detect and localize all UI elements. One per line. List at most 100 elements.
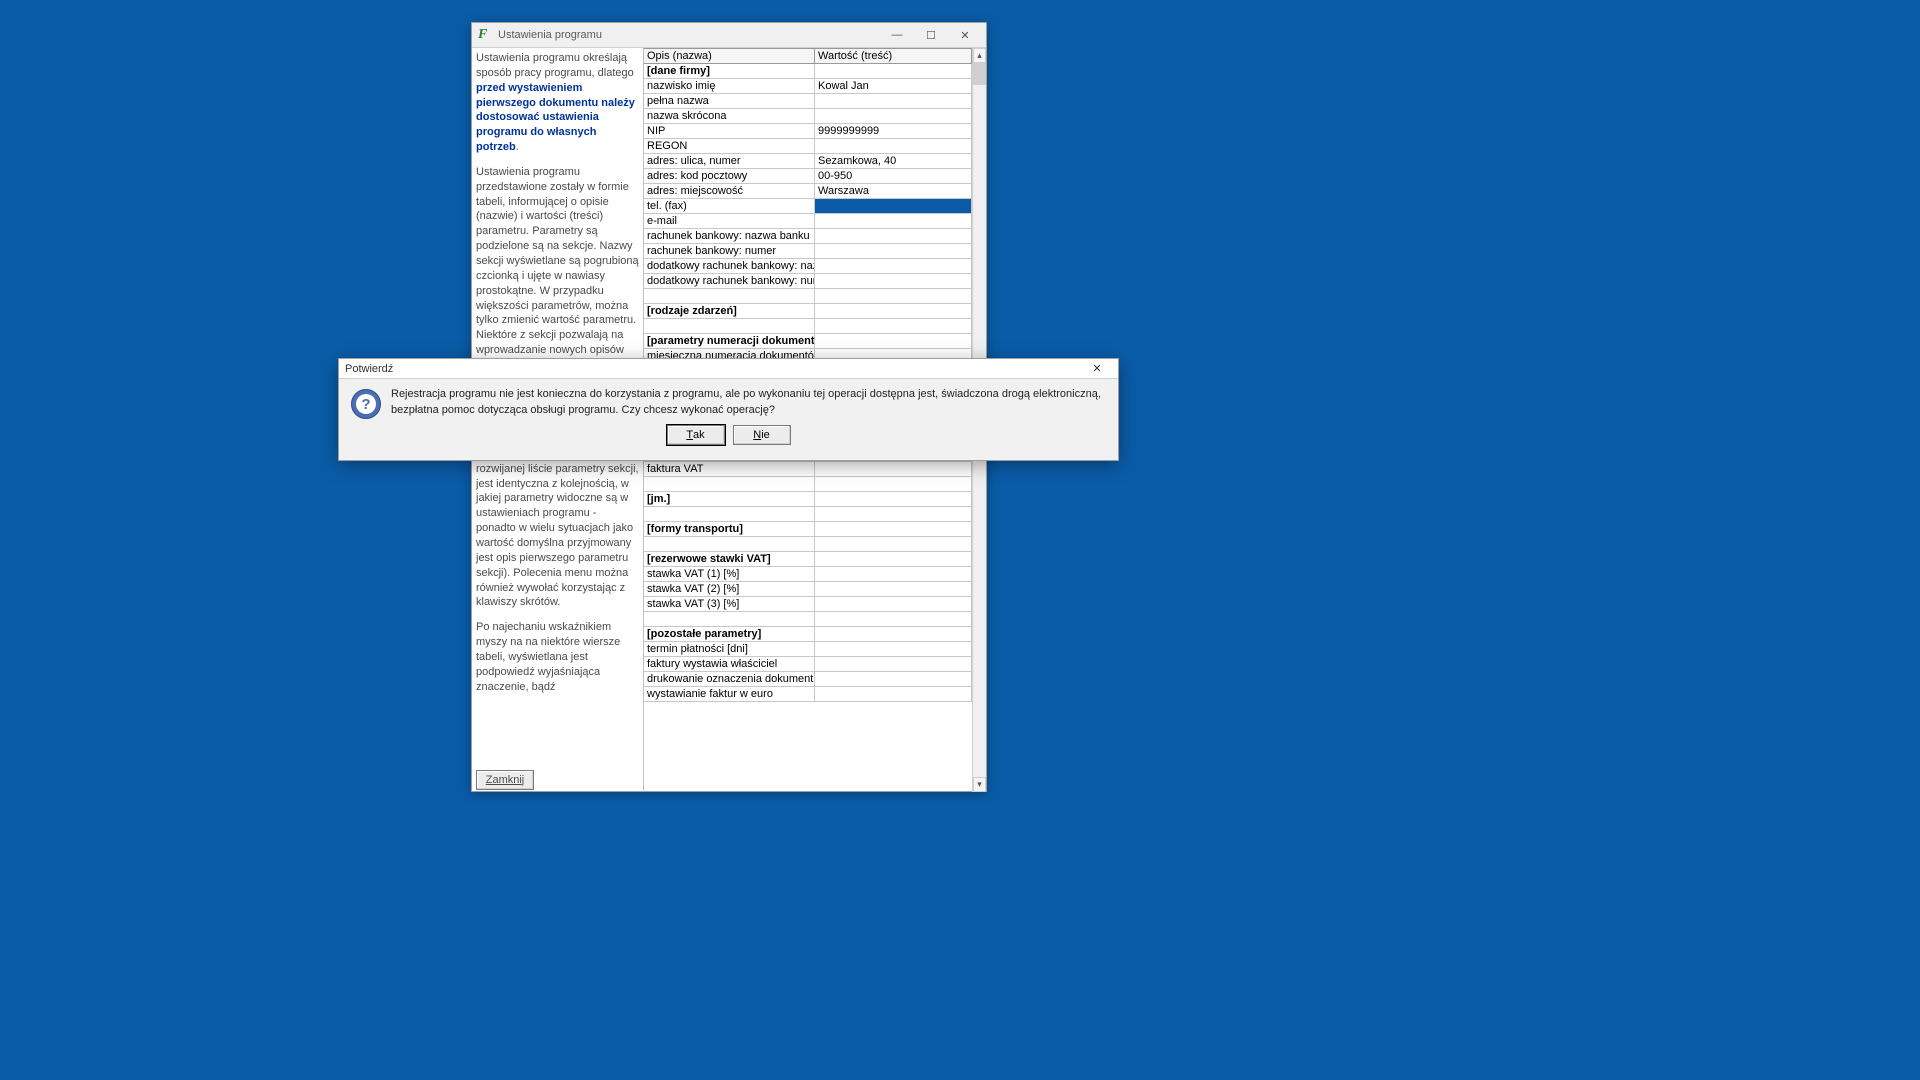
cell-value[interactable] (815, 334, 972, 348)
cell-value[interactable] (815, 597, 972, 611)
cell-name: [parametry numeracji dokumentów] (644, 334, 815, 348)
table-row[interactable]: tel. (fax) (644, 199, 972, 214)
table-row[interactable]: dodatkowy rachunek bankowy: nazwa banku (644, 259, 972, 274)
cell-value[interactable]: Sezamkowa, 40 (815, 154, 972, 168)
cell-value[interactable] (815, 522, 972, 536)
cell-value[interactable] (815, 289, 972, 303)
cell-value[interactable]: Kowal Jan (815, 79, 972, 93)
cell-value[interactable] (815, 657, 972, 671)
table-row[interactable]: [parametry numeracji dokumentów] (644, 334, 972, 349)
cell-name: REGON (644, 139, 815, 153)
titlebar[interactable]: F Ustawienia programu — ☐ ✕ (472, 23, 986, 48)
cell-value[interactable]: Warszawa (815, 184, 972, 198)
cell-value[interactable] (815, 672, 972, 686)
table-row[interactable] (644, 289, 972, 304)
dialog-title: Potwierdź (345, 363, 1082, 375)
cell-value[interactable] (815, 627, 972, 641)
table-row[interactable]: drukowanie oznaczenia dokumentu (644, 672, 972, 687)
cell-value[interactable] (815, 567, 972, 581)
cell-value[interactable] (815, 274, 972, 288)
table-row[interactable]: [rodzaje zdarzeń] (644, 304, 972, 319)
dialog-message: Rejestracja programu nie jest konieczna … (391, 387, 1104, 419)
grid-header-value[interactable]: Wartość (treść) (815, 48, 972, 63)
no-button[interactable]: Nie (733, 425, 791, 445)
cell-name: dodatkowy rachunek bankowy: numer (644, 274, 815, 288)
table-row[interactable] (644, 319, 972, 334)
cell-value[interactable] (815, 642, 972, 656)
table-row[interactable] (644, 507, 972, 522)
table-row[interactable]: [jm.] (644, 492, 972, 507)
table-row[interactable]: wystawianie faktur w euro (644, 687, 972, 702)
cell-value[interactable] (815, 612, 972, 626)
cell-value[interactable] (815, 304, 972, 318)
cell-value[interactable] (815, 229, 972, 243)
scroll-down-arrow-icon[interactable]: ▾ (973, 777, 986, 792)
scroll-up-arrow-icon[interactable]: ▴ (973, 48, 986, 63)
table-row[interactable]: nazwa skrócona (644, 109, 972, 124)
table-row[interactable]: NIP9999999999 (644, 124, 972, 139)
table-row[interactable] (644, 537, 972, 552)
cell-value[interactable] (815, 582, 972, 596)
cell-name: [dane firmy] (644, 64, 815, 78)
table-row[interactable]: faktury wystawia właściciel (644, 657, 972, 672)
cell-value[interactable] (815, 462, 972, 476)
table-row[interactable]: dodatkowy rachunek bankowy: numer (644, 274, 972, 289)
table-row[interactable]: adres: ulica, numerSezamkowa, 40 (644, 154, 972, 169)
table-row[interactable]: stawka VAT (2) [%] (644, 582, 972, 597)
cell-name (644, 612, 815, 626)
cell-value[interactable] (815, 507, 972, 521)
description-paragraph-3: Po najechaniu wskaźnikiem myszy na na ni… (476, 620, 639, 694)
table-row[interactable]: [formy transportu] (644, 522, 972, 537)
close-window-button[interactable]: ✕ (948, 25, 982, 45)
table-row[interactable]: termin płatności [dni] (644, 642, 972, 657)
cell-value[interactable] (815, 319, 972, 333)
cell-value[interactable]: 00-950 (815, 169, 972, 183)
table-row[interactable]: faktura VAT (644, 462, 972, 477)
cell-name: rachunek bankowy: nazwa banku (644, 229, 815, 243)
yes-button[interactable]: Tak (667, 425, 725, 445)
cell-value[interactable] (815, 199, 972, 213)
minimize-button[interactable]: — (880, 25, 914, 45)
dialog-titlebar[interactable]: Potwierdź ✕ (339, 359, 1118, 379)
close-button[interactable]: Zamknij (476, 770, 534, 790)
table-row[interactable] (644, 612, 972, 627)
cell-value[interactable] (815, 244, 972, 258)
table-row[interactable]: rachunek bankowy: nazwa banku (644, 229, 972, 244)
table-row[interactable] (644, 477, 972, 492)
dialog-close-button[interactable]: ✕ (1082, 362, 1112, 375)
cell-value[interactable] (815, 64, 972, 78)
cell-value[interactable] (815, 214, 972, 228)
table-row[interactable]: stawka VAT (1) [%] (644, 567, 972, 582)
cell-value[interactable]: 9999999999 (815, 124, 972, 138)
cell-value[interactable] (815, 477, 972, 491)
table-row[interactable]: stawka VAT (3) [%] (644, 597, 972, 612)
intro-text: Ustawienia programu określają sposób pra… (476, 52, 634, 79)
scroll-thumb[interactable] (973, 63, 986, 85)
cell-name: stawka VAT (2) [%] (644, 582, 815, 596)
table-row[interactable]: [pozostałe parametry] (644, 627, 972, 642)
table-row[interactable]: [rezerwowe stawki VAT] (644, 552, 972, 567)
cell-value[interactable] (815, 552, 972, 566)
cell-value[interactable] (815, 537, 972, 551)
maximize-button[interactable]: ☐ (914, 25, 948, 45)
table-row[interactable]: adres: kod pocztowy00-950 (644, 169, 972, 184)
cell-value[interactable] (815, 492, 972, 506)
table-row[interactable]: pełna nazwa (644, 94, 972, 109)
table-row[interactable]: e-mail (644, 214, 972, 229)
table-row[interactable]: REGON (644, 139, 972, 154)
window-title: Ustawienia programu (498, 29, 880, 41)
cell-name (644, 537, 815, 551)
grid-header-name[interactable]: Opis (nazwa) (644, 48, 815, 63)
table-row[interactable]: rachunek bankowy: numer (644, 244, 972, 259)
table-row[interactable]: nazwisko imięKowal Jan (644, 79, 972, 94)
cell-name: tel. (fax) (644, 199, 815, 213)
cell-value[interactable] (815, 94, 972, 108)
cell-name: [jm.] (644, 492, 815, 506)
cell-value[interactable] (815, 109, 972, 123)
cell-value[interactable] (815, 687, 972, 701)
cell-value[interactable] (815, 139, 972, 153)
table-row[interactable]: adres: miejscowośćWarszawa (644, 184, 972, 199)
cell-value[interactable] (815, 259, 972, 273)
app-logo-icon: F (478, 28, 492, 42)
table-row[interactable]: [dane firmy] (644, 64, 972, 79)
